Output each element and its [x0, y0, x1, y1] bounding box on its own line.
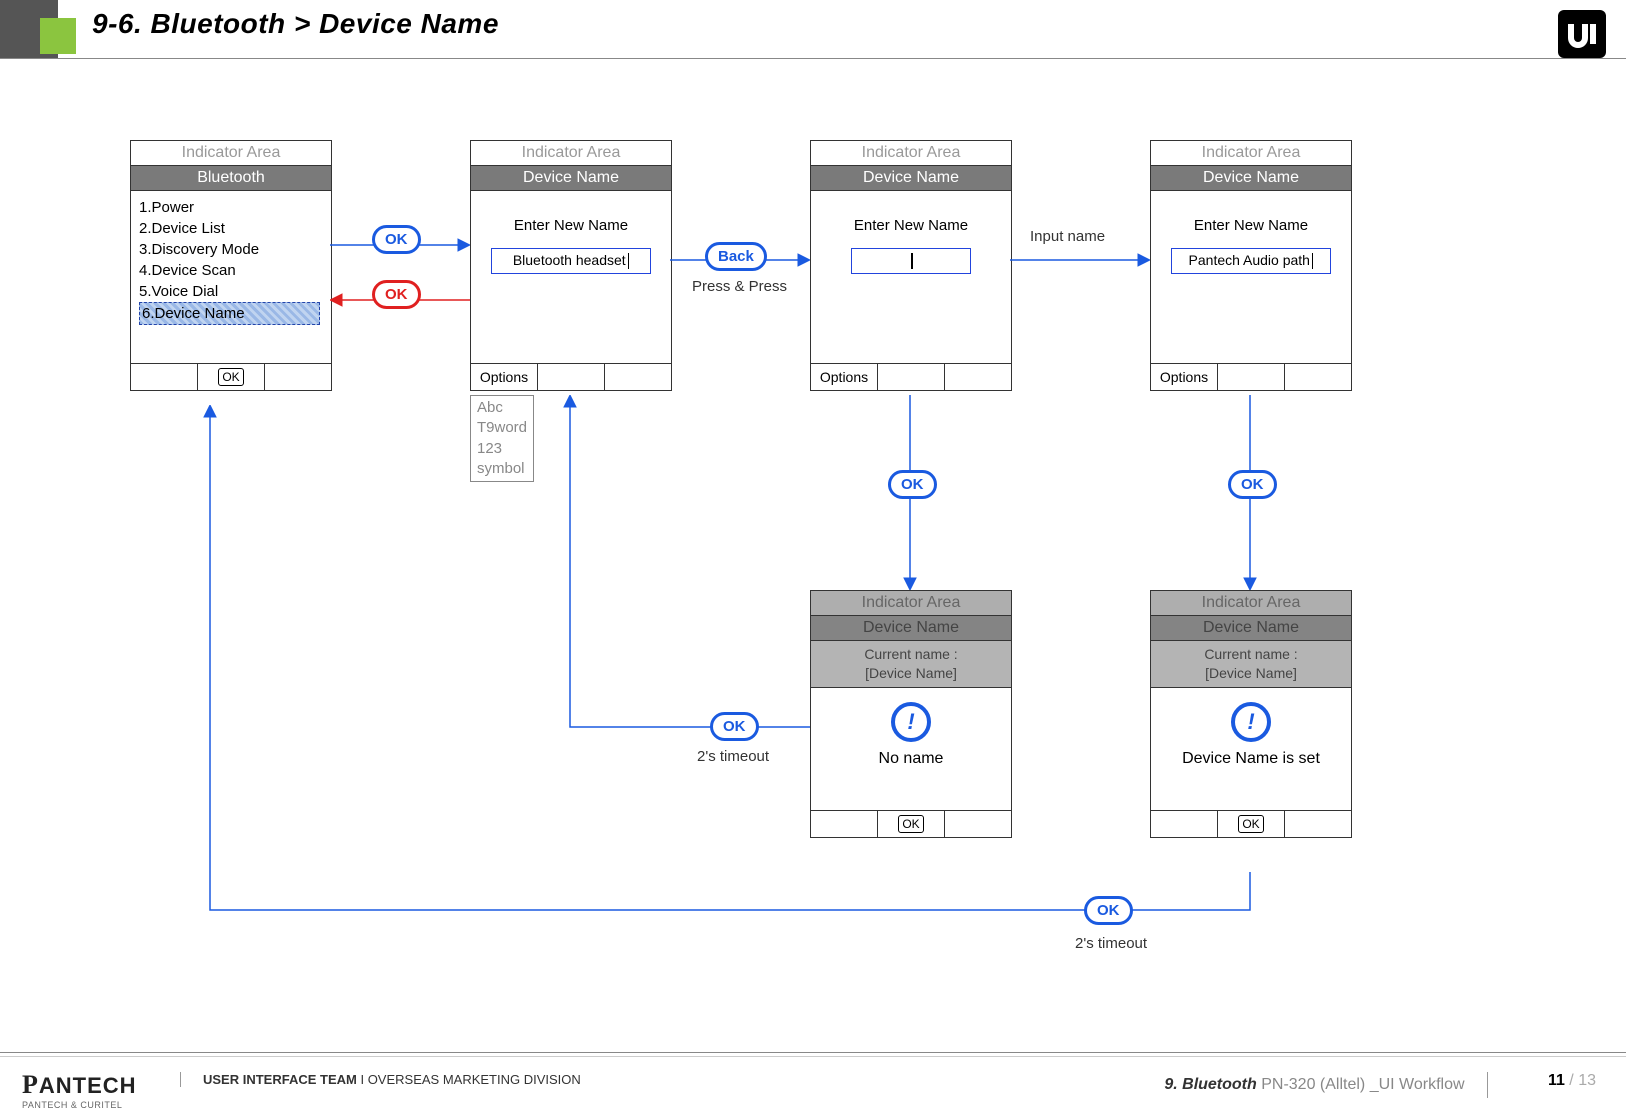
prompt-text: Enter New Name — [819, 215, 1003, 236]
transition-pill-ok: OK — [372, 225, 421, 254]
transition-pill-ok-noname: OK — [888, 470, 937, 499]
menu-item[interactable]: 3.Discovery Mode — [139, 239, 323, 260]
softkey-right[interactable] — [1284, 364, 1351, 390]
header-rule — [0, 58, 1626, 59]
footer-section: 9. Bluetooth PN-320 (Alltel) _UI Workflo… — [1164, 1072, 1506, 1098]
softkey-left[interactable]: Options — [1151, 364, 1218, 390]
softkey-right[interactable] — [264, 364, 331, 390]
arrow-nameset-return — [200, 405, 1260, 945]
page-footer: PANTECH PANTECH & CURITEL USER INTERFACE… — [0, 1052, 1626, 1112]
screen-title: Device Name — [471, 166, 671, 191]
transition-label-input: Input name — [1030, 228, 1105, 245]
screen-device-name-initial: Indicator Area Device Name Enter New Nam… — [470, 140, 672, 391]
softkey-bar: Options — [811, 363, 1011, 390]
screen-device-name-empty: Indicator Area Device Name Enter New Nam… — [810, 140, 1012, 391]
footer-team: USER INTERFACE TEAM I OVERSEAS MARKETING… — [180, 1072, 581, 1087]
footer-rule — [0, 1052, 1626, 1053]
softkey-left[interactable] — [131, 364, 198, 390]
softkey-bar: OK — [131, 363, 331, 390]
transition-pill-ok-red: OK — [372, 280, 421, 309]
menu-item[interactable]: 2.Device List — [139, 218, 323, 239]
device-name-input[interactable]: Bluetooth headset — [491, 248, 651, 274]
softkey-left[interactable]: Options — [471, 364, 538, 390]
transition-pill-set-return: OK — [1084, 896, 1133, 925]
menu-item-selected[interactable]: 6.Device Name — [139, 302, 320, 325]
prompt-text: Enter New Name — [1159, 215, 1343, 236]
transition-pill-back: Back — [705, 242, 767, 271]
ui-logo — [1558, 10, 1606, 58]
indicator-area: Indicator Area — [471, 141, 671, 166]
softkey-left[interactable]: Options — [811, 364, 878, 390]
screen-title: Device Name — [811, 166, 1011, 191]
indicator-area: Indicator Area — [811, 141, 1011, 166]
diagram-canvas: Indicator Area Bluetooth 1.Power 2.Devic… — [0, 60, 1626, 1052]
menu-item[interactable]: 5.Voice Dial — [139, 281, 323, 302]
transition-pill-ok-nameset: OK — [1228, 470, 1277, 499]
screen-device-name-filled: Indicator Area Device Name Enter New Nam… — [1150, 140, 1352, 391]
transition-pill-noname-return: OK — [710, 712, 759, 741]
menu-item[interactable]: 1.Power — [139, 197, 323, 218]
softkey-right[interactable] — [1284, 811, 1351, 837]
device-name-input[interactable] — [851, 248, 971, 274]
arrow-input-name — [1010, 250, 1150, 270]
indicator-area: Indicator Area — [131, 141, 331, 166]
menu-item[interactable]: 4.Device Scan — [139, 260, 323, 281]
softkey-center[interactable] — [878, 364, 944, 390]
softkey-right[interactable] — [604, 364, 671, 390]
softkey-center[interactable] — [538, 364, 604, 390]
screen-title: Bluetooth — [131, 166, 331, 191]
screen-bluetooth: Indicator Area Bluetooth 1.Power 2.Devic… — [130, 140, 332, 391]
prompt-text: Enter New Name — [479, 215, 663, 236]
footer-rule-2 — [0, 1056, 1626, 1057]
page-number: 11 / 13 — [1548, 1072, 1596, 1090]
header-square-green — [40, 18, 76, 54]
device-name-input[interactable]: Pantech Audio path — [1171, 248, 1331, 274]
transition-note-press: Press & Press — [692, 278, 787, 295]
softkey-bar: Options — [1151, 363, 1351, 390]
indicator-area: Indicator Area — [1151, 141, 1351, 166]
softkey-center[interactable]: OK — [198, 364, 264, 390]
softkey-bar: Options — [471, 363, 671, 390]
softkey-right[interactable] — [944, 364, 1011, 390]
brand-logo: PANTECH PANTECH & CURITEL — [22, 1070, 137, 1110]
screen-title: Device Name — [1151, 166, 1351, 191]
softkey-center[interactable] — [1218, 364, 1284, 390]
page-title: 9-6. Bluetooth > Device Name — [92, 8, 499, 40]
page: 9-6. Bluetooth > Device Name Indicator A… — [0, 0, 1626, 1112]
